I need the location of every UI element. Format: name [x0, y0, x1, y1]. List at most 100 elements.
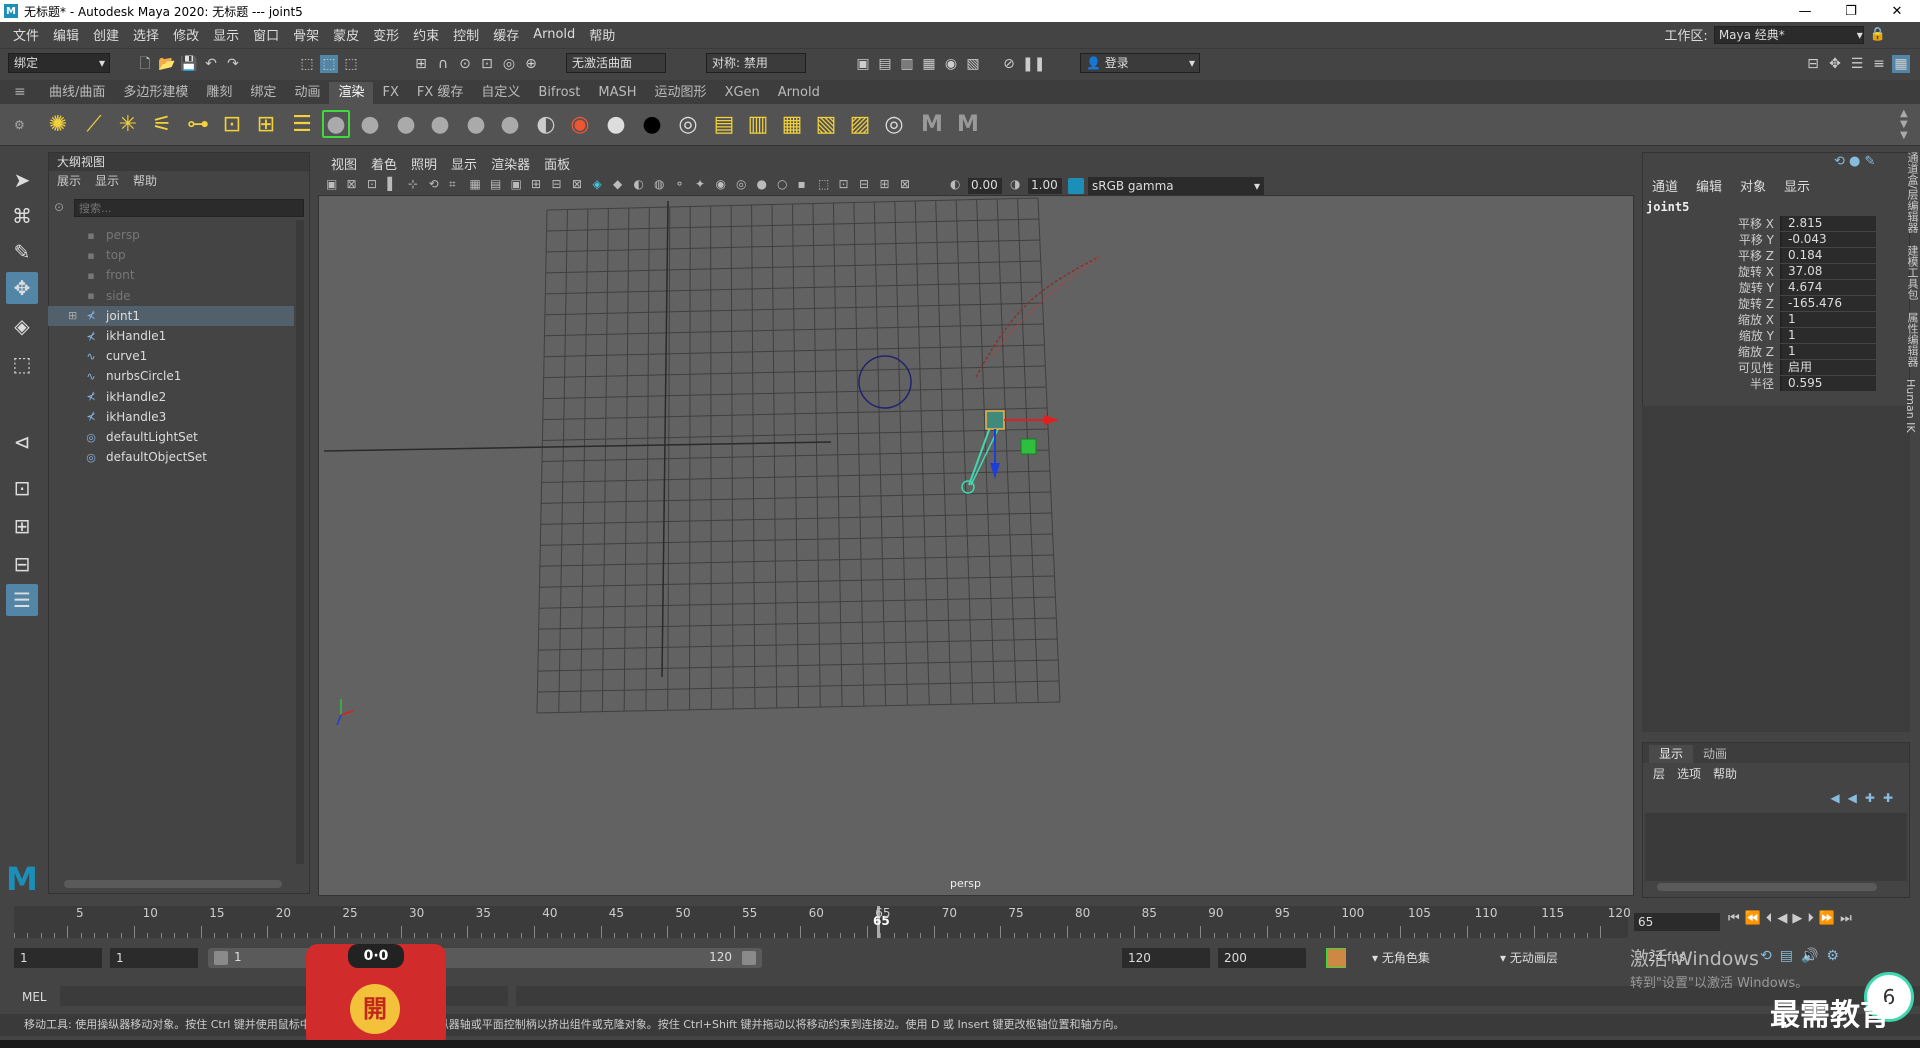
channel-attr-row[interactable]: 旋转 Y 4.674	[1700, 279, 1896, 295]
cache-icon[interactable]: ▤	[1780, 948, 1801, 964]
shelf-tab[interactable]: FX	[373, 82, 407, 104]
snap-point-icon[interactable]: ⊙	[456, 55, 474, 73]
menu-item[interactable]: 文件	[6, 25, 46, 44]
shelf-tab[interactable]: 自定义	[472, 82, 529, 104]
play-back-icon[interactable]: ◀	[1777, 911, 1792, 926]
menu-item[interactable]: 蒙皮	[326, 25, 366, 44]
lasso-tool-icon[interactable]: ⌘	[6, 200, 38, 232]
attribute-editor-icon[interactable]: ☰	[1848, 55, 1866, 73]
viewport-tool-icon[interactable]: ▦	[470, 177, 481, 191]
render-sequence-icon[interactable]: ▨	[846, 110, 874, 138]
viewport-tool-icon[interactable]: ▪	[798, 177, 806, 191]
layer-menu-help[interactable]: 帮助	[1713, 765, 1737, 782]
viewport-tool-icon[interactable]: ⚬	[675, 177, 685, 191]
channel-box-menu-item[interactable]: 显示	[1784, 176, 1810, 195]
scale-tool-icon[interactable]: ⬚	[6, 348, 38, 380]
viewport-tool-icon[interactable]: ⬚	[818, 177, 829, 191]
phong-sphere-icon[interactable]: ●	[392, 110, 420, 138]
viewport-menu-item[interactable]: 视图	[324, 154, 364, 173]
rotate-tool-icon[interactable]: ◈	[6, 310, 38, 342]
login-dropdown[interactable]: 👤 登录 ▾	[1080, 53, 1200, 73]
prefs-icon[interactable]: ⚙	[1826, 948, 1847, 964]
shelf-settings-icon[interactable]: ⚙	[14, 118, 25, 132]
blinn-sphere-icon[interactable]: ●	[322, 110, 350, 138]
viewport-tool-icon[interactable]: ◍	[654, 177, 664, 191]
channel-attr-row[interactable]: 旋转 X 37.08	[1700, 263, 1896, 279]
viewport-tool-icon[interactable]: ◈	[593, 177, 602, 191]
camera-aim-icon[interactable]: ⊞	[252, 110, 280, 138]
pause-icon[interactable]: ❚❚	[1022, 55, 1045, 73]
viewport-tool-icon[interactable]: ▤	[490, 177, 501, 191]
loop-icon[interactable]: ⟲	[1760, 948, 1780, 964]
channel-box-menu-item[interactable]: 通道	[1652, 176, 1678, 195]
exposure-field[interactable]: 0.00	[968, 178, 1002, 194]
current-frame-field[interactable]: 65	[1634, 913, 1720, 931]
viewport-tool-icon[interactable]: ⊡	[839, 177, 849, 191]
channel-attr-row[interactable]: 半径 0.595	[1700, 375, 1896, 391]
lock-icon[interactable]: 🔒	[1870, 27, 1886, 42]
layer-new-selected-icon[interactable]: ✚	[1883, 791, 1901, 805]
viewport-tool-icon[interactable]: ▌	[388, 177, 397, 191]
save-scene-icon[interactable]: 💾	[180, 55, 198, 73]
volume-light-icon[interactable]: ⊡	[218, 110, 246, 138]
playback-end-field[interactable]: 120	[1122, 948, 1210, 968]
viewport-tool-icon[interactable]: ⊟	[552, 177, 562, 191]
viewport-menu-item[interactable]: 着色	[364, 154, 404, 173]
ipr-render-icon[interactable]: ▥	[898, 55, 916, 73]
point-light-icon[interactable]: ✳	[114, 110, 142, 138]
redo-icon[interactable]: ↷	[224, 55, 242, 73]
shelf-tab[interactable]: Bifrost	[529, 82, 589, 104]
ocean-shader-icon[interactable]: ◉	[566, 110, 594, 138]
menu-item[interactable]: 帮助	[582, 25, 622, 44]
menu-item[interactable]: 显示	[206, 25, 246, 44]
gamma-field[interactable]: 1.00	[1028, 178, 1062, 194]
snap-surface-icon[interactable]: ◎	[500, 55, 518, 73]
channel-attr-row[interactable]: 平移 Z 0.184	[1700, 247, 1896, 263]
camera-aim-up-icon[interactable]: ☰	[288, 110, 316, 138]
channel-attr-row[interactable]: 旋转 Z -165.476	[1700, 295, 1896, 311]
viewport-tool-icon[interactable]: ●	[757, 177, 767, 191]
channel-attr-row[interactable]: 缩放 Y 1	[1700, 327, 1896, 343]
exposure-icon[interactable]: ◐	[950, 177, 960, 191]
outliner-layout-icon[interactable]: ☰	[6, 584, 38, 616]
channel-attr-row[interactable]: 平移 Y -0.043	[1700, 231, 1896, 247]
select-tool-icon[interactable]: ➤	[6, 164, 38, 196]
two-pane-icon[interactable]: ⊟	[6, 548, 38, 580]
channel-attr-row[interactable]: 平移 X 2.815	[1700, 215, 1896, 231]
viewport-tool-icon[interactable]: ◐	[634, 177, 644, 191]
render-target-icon[interactable]: ◎	[880, 110, 908, 138]
grey-sphere-icon[interactable]: ◎	[674, 110, 702, 138]
anim-end-field[interactable]: 200	[1218, 948, 1306, 968]
menu-item[interactable]: 变形	[366, 25, 406, 44]
shelf-tab[interactable]: MASH	[589, 82, 645, 104]
joint-end[interactable]	[961, 480, 975, 494]
outliner-item[interactable]: ∿ nurbsCircle1	[48, 366, 294, 386]
shelf-tab[interactable]: Arnold	[769, 82, 829, 104]
shelf-tab[interactable]: FX 缓存	[408, 82, 473, 104]
menu-item[interactable]: 控制	[446, 25, 486, 44]
channel-edit-icon[interactable]: ✎	[1865, 154, 1876, 169]
range-slider[interactable]: 1 120	[208, 948, 762, 968]
joint-selected-handle[interactable]	[985, 410, 1005, 430]
directional-light-icon[interactable]: ⟋	[80, 110, 108, 138]
viewport-tool-icon[interactable]: ⊠	[900, 177, 910, 191]
select-object-icon[interactable]: ⬚	[320, 55, 338, 73]
layer-move-down-icon[interactable]: ◀	[1848, 791, 1865, 805]
four-pane-icon[interactable]: ⊞	[6, 510, 38, 542]
viewport-tool-icon[interactable]: ◉	[716, 177, 726, 191]
close-icon[interactable]: ✕	[1874, 0, 1920, 22]
shelf-menu-icon[interactable]: ≡	[14, 84, 26, 100]
shelf-tab[interactable]: 多边形建模	[114, 82, 197, 104]
snap-magnet-icon[interactable]: ⊕	[522, 55, 540, 73]
workspace-dropdown[interactable]: Maya 经典* ▾	[1713, 25, 1864, 44]
snap-view-icon[interactable]: ⊡	[478, 55, 496, 73]
shelf-tab[interactable]: 曲线/曲面	[40, 82, 114, 104]
menu-item[interactable]: 选择	[126, 25, 166, 44]
nurbs-circle[interactable]	[858, 355, 912, 409]
render-settings-icon[interactable]: ▦	[920, 55, 938, 73]
viewport-tool-icon[interactable]: ◆	[613, 177, 622, 191]
menu-item[interactable]: 编辑	[46, 25, 86, 44]
viewport-tool-icon[interactable]: ▣	[326, 177, 337, 191]
anisotropic-icon[interactable]: ●	[496, 110, 524, 138]
layer-menu-layers[interactable]: 层	[1653, 765, 1665, 782]
